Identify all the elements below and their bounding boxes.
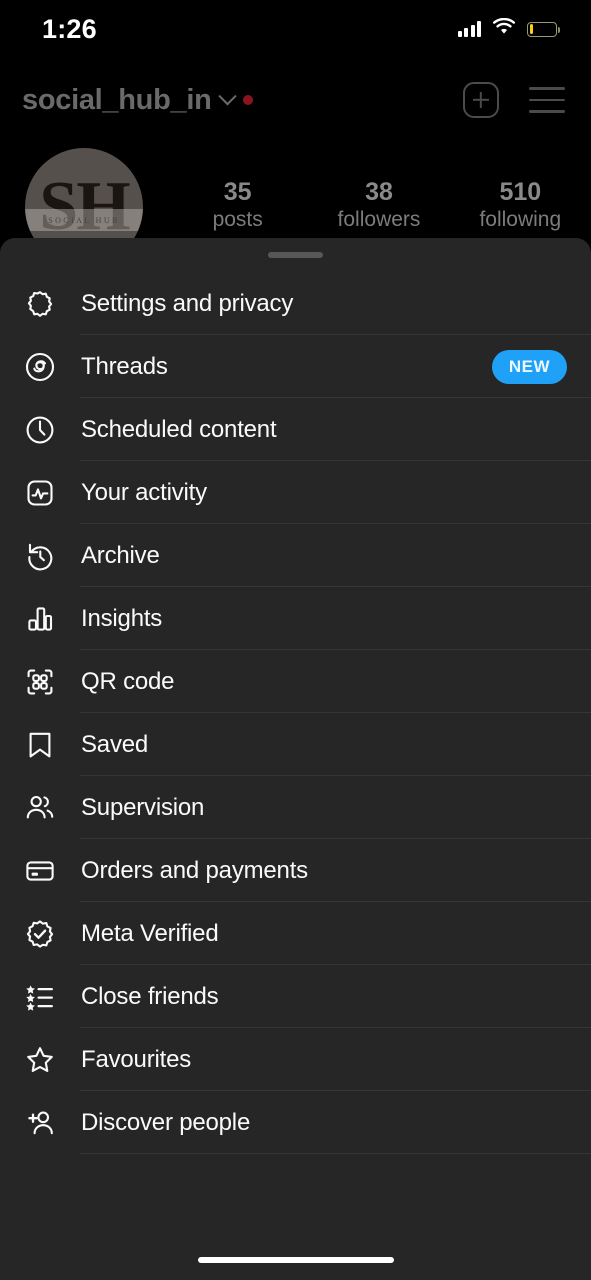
page-title: social_hub_in xyxy=(22,83,212,116)
menu-item-archive[interactable]: Archive xyxy=(0,524,591,587)
bar-chart-icon xyxy=(22,601,58,637)
menu-item-label: QR code xyxy=(81,667,175,695)
menu-item-label: Orders and payments xyxy=(81,856,308,884)
menu-item-supervision[interactable]: Supervision xyxy=(0,776,591,839)
menu-item-label: Discover people xyxy=(81,1108,251,1136)
menu-item-label: Supervision xyxy=(81,793,205,821)
stat-followers-count: 38 xyxy=(365,178,393,206)
bookmark-icon xyxy=(22,727,58,763)
menu-item-close-friends[interactable]: Close friends xyxy=(0,965,591,1028)
profile-stats: 35 posts 38 followers 510 following xyxy=(143,146,591,232)
menu-item-threads[interactable]: Threads NEW xyxy=(0,335,591,398)
status-badge: NEW xyxy=(491,349,567,384)
menu-item-discover-people[interactable]: Discover people xyxy=(0,1091,591,1154)
stat-following[interactable]: 510 following xyxy=(450,178,591,232)
menu-item-label: Close friends xyxy=(81,982,219,1010)
stat-followers[interactable]: 38 followers xyxy=(308,178,449,232)
avatar-brand-bar: SOCIAL HUB xyxy=(25,209,143,232)
star-list-icon xyxy=(22,979,58,1015)
stat-followers-label: followers xyxy=(337,207,421,231)
profile-header: social_hub_in xyxy=(0,72,591,128)
credit-card-icon xyxy=(22,853,58,889)
status-bar: 1:26 xyxy=(0,0,591,58)
stat-posts-label: posts xyxy=(212,207,263,231)
plus-square-icon[interactable] xyxy=(463,82,499,118)
home-indicator xyxy=(197,1257,394,1263)
menu-list: Settings and privacy Threads NEW Schedul… xyxy=(0,272,591,1154)
stat-following-label: following xyxy=(479,207,562,231)
menu-item-orders-and-payments[interactable]: Orders and payments xyxy=(0,839,591,902)
menu-item-label: Threads xyxy=(81,352,168,380)
clock-icon xyxy=(22,412,58,448)
activity-icon xyxy=(22,475,58,511)
menu-item-qr-code[interactable]: QR code xyxy=(0,650,591,713)
menu-item-label: Favourites xyxy=(81,1045,192,1073)
cellular-signal-icon xyxy=(457,21,481,37)
account-switcher[interactable]: social_hub_in xyxy=(22,84,253,117)
avatar-brand-text: SOCIAL HUB xyxy=(48,215,120,225)
menu-item-scheduled-content[interactable]: Scheduled content xyxy=(0,398,591,461)
menu-item-insights[interactable]: Insights xyxy=(0,587,591,650)
menu-item-label: Your activity xyxy=(81,478,207,506)
stat-following-count: 510 xyxy=(499,178,542,206)
archive-clock-icon xyxy=(22,538,58,574)
two-people-icon xyxy=(22,790,58,826)
drag-handle[interactable] xyxy=(268,252,323,258)
gear-icon xyxy=(22,286,58,322)
profile-menu-sheet: Settings and privacy Threads NEW Schedul… xyxy=(0,238,591,1280)
red-notification-dot xyxy=(242,95,253,105)
menu-item-saved[interactable]: Saved xyxy=(0,713,591,776)
menu-item-label: Scheduled content xyxy=(81,415,277,443)
add-person-icon xyxy=(22,1105,58,1141)
threads-icon xyxy=(22,349,58,385)
menu-item-favourites[interactable]: Favourites xyxy=(0,1028,591,1091)
menu-item-label: Meta Verified xyxy=(81,919,219,947)
menu-item-meta-verified[interactable]: Meta Verified xyxy=(0,902,591,965)
sheet-handle-row[interactable] xyxy=(0,238,591,272)
menu-item-label: Saved xyxy=(81,730,149,758)
hamburger-menu-icon[interactable] xyxy=(529,87,565,113)
qr-code-icon xyxy=(22,664,58,700)
star-icon xyxy=(22,1042,58,1078)
stat-posts-count: 35 xyxy=(223,178,252,206)
status-bar-time: 1:26 xyxy=(42,13,97,44)
menu-item-settings-and-privacy[interactable]: Settings and privacy xyxy=(0,272,591,335)
stat-posts[interactable]: 35 posts xyxy=(167,178,308,232)
battery-low-icon xyxy=(527,21,561,37)
menu-item-your-activity[interactable]: Your activity xyxy=(0,461,591,524)
header-actions xyxy=(463,82,565,118)
avatar-initials: SH xyxy=(39,168,130,245)
menu-item-label: Archive xyxy=(81,541,160,569)
verified-badge-icon xyxy=(22,916,58,952)
wifi-icon xyxy=(492,17,516,41)
status-bar-indicators xyxy=(457,17,561,41)
menu-item-label: Insights xyxy=(81,604,163,632)
menu-item-label: Settings and privacy xyxy=(81,289,294,317)
chevron-down-icon xyxy=(217,86,237,105)
